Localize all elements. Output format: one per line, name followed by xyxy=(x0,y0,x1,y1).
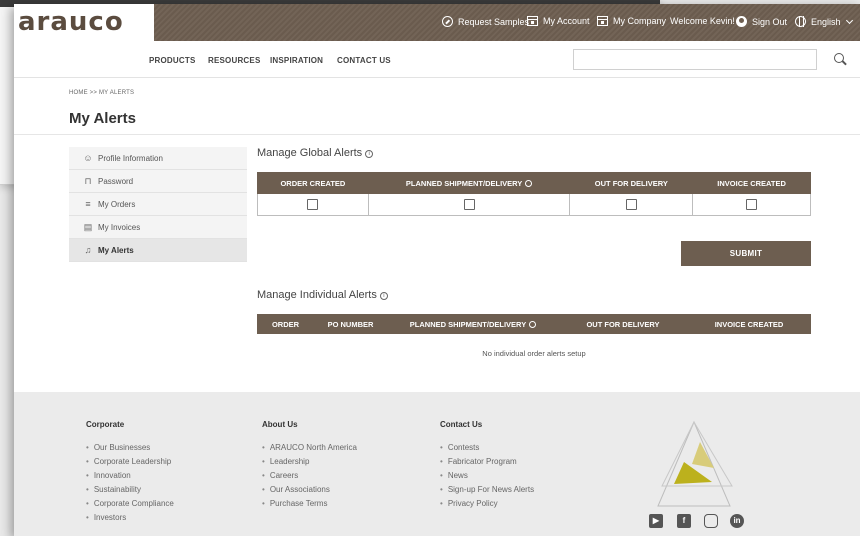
sign-out-link[interactable]: Sign Out xyxy=(736,16,787,27)
sidebar-item-profile[interactable]: ☺ Profile Information xyxy=(69,147,247,170)
register-icon xyxy=(597,16,608,26)
nav-inspiration[interactable]: INSPIRATION xyxy=(270,56,323,65)
sidebar-item-alerts[interactable]: ♫ My Alerts xyxy=(69,239,247,262)
profile-icon: ☺ xyxy=(83,153,93,163)
search-icon[interactable] xyxy=(834,53,844,63)
nav-products[interactable]: PRODUCTS xyxy=(149,56,196,65)
nav-contact-us[interactable]: CONTACT US xyxy=(337,56,391,65)
sidebar-item-password[interactable]: ⊓ Password xyxy=(69,170,247,193)
order-created-checkbox[interactable] xyxy=(307,198,319,210)
planned-shipment-checkbox[interactable] xyxy=(463,198,475,210)
individual-alerts-table: ORDER PO NUMBER PLANNED SHIPMENT/DELIVER… xyxy=(257,314,811,334)
instagram-icon[interactable] xyxy=(704,514,718,528)
footer-link[interactable]: Our Businesses xyxy=(86,443,174,457)
out-for-delivery-checkbox[interactable] xyxy=(625,198,637,210)
footer-heading: Contact Us xyxy=(440,420,483,429)
logo-text: arauco xyxy=(18,7,124,37)
footer-link[interactable]: Sustainability xyxy=(86,485,174,499)
empty-alerts-message: No individual order alerts setup xyxy=(482,349,586,358)
footer-link[interactable]: Corporate Leadership xyxy=(86,457,174,471)
individual-alerts-title: Manage Individual Alerts i xyxy=(257,289,388,301)
footer-link[interactable]: Innovation xyxy=(86,471,174,485)
column-header: INVOICE CREATED xyxy=(687,314,811,334)
column-header: PLANNED SHIPMENT/DELIVERY xyxy=(387,314,559,334)
register-icon xyxy=(527,16,538,26)
footer-contact: Contact Us Contests Fabricator Program N… xyxy=(440,420,534,513)
table-row xyxy=(257,193,811,216)
column-header: ORDER xyxy=(257,314,314,334)
list-icon: ≡ xyxy=(85,199,91,209)
lock-icon: ⊓ xyxy=(84,175,92,186)
sidebar-item-orders[interactable]: ≡ My Orders xyxy=(69,193,247,216)
footer-about: About Us ARAUCO North America Leadership… xyxy=(262,420,357,513)
info-icon[interactable]: i xyxy=(379,292,388,300)
divider xyxy=(14,134,860,135)
column-header: OUT FOR DELIVERY xyxy=(559,314,687,334)
globe-icon xyxy=(795,16,806,27)
footer-link[interactable]: Leadership xyxy=(262,457,357,471)
main-nav: PRODUCTS RESOURCES INSPIRATION CONTACT U… xyxy=(14,41,860,78)
invoice-icon: ▤ xyxy=(83,221,93,232)
column-header: ORDER CREATED xyxy=(257,172,369,194)
utility-bar: arauco Request Samples My Account My Com… xyxy=(14,4,860,41)
global-alerts-title: Manage Global Alerts i xyxy=(257,147,374,159)
sidebar-item-invoices[interactable]: ▤ My Invoices xyxy=(69,216,247,239)
my-company-link[interactable]: My Company xyxy=(597,16,666,26)
footer-link[interactable]: News xyxy=(440,471,534,485)
footer: Corporate Our Businesses Corporate Leade… xyxy=(14,392,860,536)
info-icon[interactable] xyxy=(529,320,537,328)
footer-link[interactable]: Privacy Policy xyxy=(440,499,534,513)
info-icon[interactable]: i xyxy=(365,150,374,158)
nav-resources[interactable]: RESOURCES xyxy=(208,56,260,65)
column-header: OUT FOR DELIVERY xyxy=(569,172,694,194)
arauco-triangle-logo xyxy=(657,420,733,507)
global-alerts-table: ORDER CREATED PLANNED SHIPMENT/DELIVERY … xyxy=(257,172,811,216)
youtube-icon[interactable]: ▶ xyxy=(649,514,663,528)
footer-link[interactable]: Fabricator Program xyxy=(440,457,534,471)
facebook-icon[interactable]: f xyxy=(677,514,691,528)
user-icon xyxy=(736,16,747,27)
column-header: PLANNED SHIPMENT/DELIVERY xyxy=(367,172,571,194)
bell-icon: ♫ xyxy=(84,245,92,255)
footer-link[interactable]: Sign-up For News Alerts xyxy=(440,485,534,499)
logo[interactable]: arauco xyxy=(14,4,154,41)
request-samples-link[interactable]: Request Samples xyxy=(442,16,529,27)
welcome-text: Welcome Kevin! xyxy=(670,16,735,26)
linkedin-icon[interactable]: in xyxy=(730,514,744,528)
info-icon[interactable] xyxy=(525,179,533,187)
submit-button[interactable]: SUBMIT xyxy=(681,241,811,266)
compass-icon xyxy=(442,16,453,27)
footer-link[interactable]: Our Associations xyxy=(262,485,357,499)
search-input[interactable] xyxy=(573,49,817,70)
footer-heading: About Us xyxy=(262,420,298,429)
footer-heading: Corporate xyxy=(86,420,125,429)
page-title: My Alerts xyxy=(69,110,136,127)
column-header: INVOICE CREATED xyxy=(692,172,811,194)
chevron-down-icon xyxy=(845,16,853,24)
column-header: PO NUMBER xyxy=(314,314,387,334)
footer-link[interactable]: Purchase Terms xyxy=(262,499,357,513)
invoice-created-checkbox[interactable] xyxy=(746,198,758,210)
footer-link[interactable]: Careers xyxy=(262,471,357,485)
my-account-link[interactable]: My Account xyxy=(527,16,590,26)
language-selector[interactable]: English xyxy=(795,16,853,27)
browser-window: arauco Request Samples My Account My Com… xyxy=(14,4,860,536)
footer-link[interactable]: Investors xyxy=(86,513,174,527)
account-sidebar: ☺ Profile Information ⊓ Password ≡ My Or… xyxy=(69,147,247,262)
footer-link[interactable]: Corporate Compliance xyxy=(86,499,174,513)
footer-link[interactable]: ARAUCO North America xyxy=(262,443,357,457)
footer-link[interactable]: Contests xyxy=(440,443,534,457)
footer-corporate: Corporate Our Businesses Corporate Leade… xyxy=(86,420,174,527)
breadcrumb[interactable]: HOME >> MY ALERTS xyxy=(69,90,134,96)
